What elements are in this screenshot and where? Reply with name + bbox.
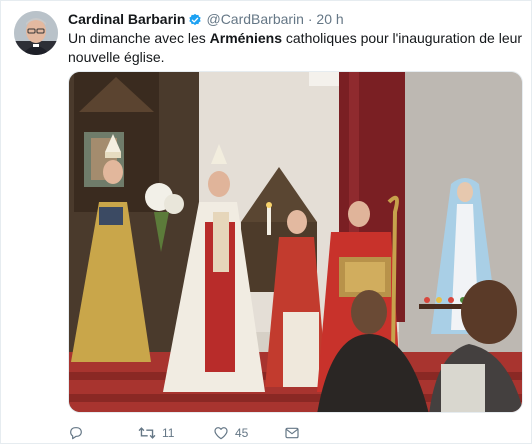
tweet-card[interactable]: Cardinal Barbarin @CardBarbarin · 20 h Un… [0, 0, 532, 444]
retweet-icon [138, 425, 156, 441]
tweet-text: Un dimanche avec les Arméniens catholiqu… [68, 29, 523, 67]
author-handle[interactable]: @CardBarbarin [206, 11, 303, 27]
tweet-text-highlight: Arméniens [209, 30, 282, 46]
header-separator: · [307, 11, 313, 27]
reply-button[interactable] [68, 424, 90, 442]
tweet-text-before: Un dimanche avec les [68, 30, 210, 46]
heart-icon [213, 425, 229, 441]
avatar[interactable] [14, 11, 58, 55]
tweet-actions: 11 45 [68, 424, 518, 442]
direct-message-button[interactable] [284, 424, 306, 442]
envelope-icon [284, 425, 300, 441]
church-inauguration-photo [69, 72, 522, 412]
tweet-photo[interactable] [68, 71, 523, 413]
like-count: 45 [235, 426, 249, 440]
retweet-count: 11 [162, 426, 175, 440]
avatar-portrait [14, 11, 58, 55]
tweet-header: Cardinal Barbarin @CardBarbarin · 20 h [68, 10, 344, 31]
retweet-button[interactable]: 11 [138, 424, 174, 442]
reply-icon [68, 425, 84, 441]
author-name[interactable]: Cardinal Barbarin [68, 11, 185, 27]
tweet-timestamp[interactable]: 20 h [316, 11, 343, 27]
like-button[interactable]: 45 [213, 424, 248, 442]
